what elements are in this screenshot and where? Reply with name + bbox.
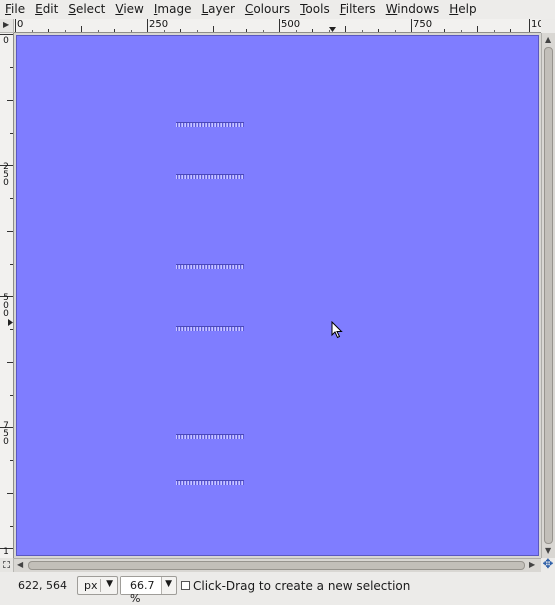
horizontal-scroll-thumb[interactable]: [28, 561, 525, 570]
zoom-selector[interactable]: 66.7 % ▼: [120, 576, 177, 605]
status-bar: 622, 564 px ▼ 66.7 % ▼ Click-Drag to cre…: [0, 572, 555, 605]
menu-layer[interactable]: Layer: [196, 0, 239, 19]
image-stripe: [176, 264, 244, 269]
menu-colours[interactable]: Colours: [240, 0, 295, 19]
image-canvas[interactable]: [16, 35, 539, 556]
menu-file[interactable]: File: [0, 0, 30, 19]
status-message-icon: [181, 581, 190, 590]
ruler-label-1000: 10: [531, 19, 541, 30]
scroll-down-icon[interactable]: ▼: [545, 546, 551, 556]
menu-bar: File Edit Select View Image Layer Colour…: [0, 0, 555, 19]
triangle-right-icon: ▶: [3, 20, 10, 29]
menu-image[interactable]: Image: [149, 0, 197, 19]
vruler-label-750: 750: [3, 421, 9, 447]
status-message: Click-Drag to create a new selection: [193, 579, 411, 593]
ruler-label-250: 250: [149, 19, 169, 30]
scroll-left-icon[interactable]: ◀: [17, 560, 23, 570]
menu-tools[interactable]: Tools: [295, 0, 335, 19]
ruler-label-750: 750: [413, 19, 433, 30]
vertical-scroll-thumb[interactable]: [544, 47, 553, 544]
quick-mask-icon: [3, 561, 10, 568]
horizontal-ruler[interactable]: 0 250 500 750 10: [14, 19, 541, 33]
zoom-input[interactable]: 66.7 %: [121, 577, 162, 605]
vruler-label-0: 0: [3, 36, 9, 46]
vertical-scrollbar[interactable]: ▲ ▼: [541, 33, 555, 558]
navigate-button[interactable]: ✥: [541, 558, 555, 572]
menu-edit[interactable]: Edit: [30, 0, 63, 19]
horizontal-scrollbar[interactable]: ◀ ▶: [14, 558, 541, 572]
image-menu-button[interactable]: ▶: [0, 19, 14, 33]
horizontal-ruler-ticks: [15, 19, 530, 32]
unit-selector[interactable]: px ▼: [77, 576, 118, 595]
image-stripe: [176, 434, 244, 439]
ruler-label-0: 0: [17, 19, 24, 30]
menu-help[interactable]: Help: [444, 0, 481, 19]
menu-windows[interactable]: Windows: [381, 0, 445, 19]
scroll-right-icon[interactable]: ▶: [529, 560, 535, 570]
chevron-down-icon[interactable]: ▼: [165, 579, 172, 589]
pointer-position-marker-v: [8, 319, 13, 326]
canvas-area: [14, 33, 541, 558]
quick-mask-toggle[interactable]: [0, 558, 14, 572]
navigate-icon: ✥: [542, 557, 554, 572]
pointer-coordinates: 622, 564: [18, 579, 67, 592]
menu-filters[interactable]: Filters: [335, 0, 381, 19]
image-stripe: [176, 122, 244, 127]
chevron-down-icon: ▼: [106, 579, 113, 589]
menu-select[interactable]: Select: [63, 0, 110, 19]
vruler-label-500: 500: [3, 293, 9, 319]
image-stripe: [176, 480, 244, 485]
mouse-pointer-icon: [331, 321, 343, 339]
image-stripe: [176, 174, 244, 179]
vruler-label-1000: 1: [3, 547, 9, 557]
menu-view[interactable]: View: [110, 0, 148, 19]
scroll-up-icon[interactable]: ▲: [545, 35, 551, 45]
unit-value: px: [84, 579, 98, 592]
ruler-label-500: 500: [281, 19, 301, 30]
vruler-label-250: 250: [3, 162, 9, 188]
pointer-position-marker: [329, 27, 336, 32]
vertical-ruler[interactable]: 0 250 500 750 1: [0, 33, 14, 558]
image-stripe: [176, 326, 244, 331]
